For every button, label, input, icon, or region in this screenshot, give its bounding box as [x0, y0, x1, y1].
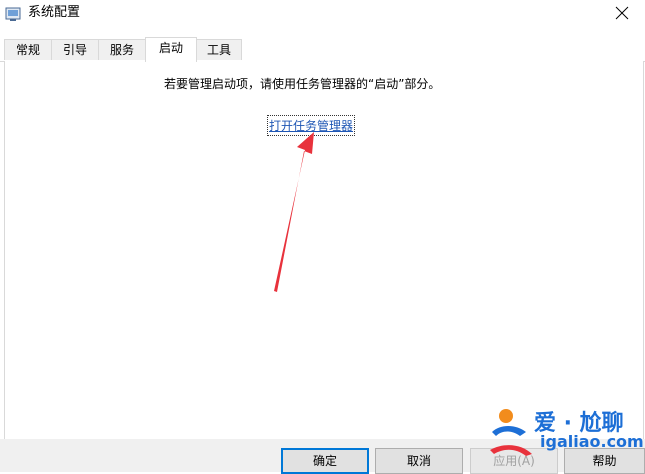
- window-title: 系统配置: [28, 5, 81, 20]
- tab-general[interactable]: 常规: [4, 39, 52, 60]
- title-bar: 系统配置: [0, 0, 645, 30]
- tab-startup[interactable]: 启动: [145, 37, 197, 62]
- msconfig-icon: [5, 6, 21, 22]
- tab-boot[interactable]: 引导: [51, 39, 99, 60]
- close-button[interactable]: [599, 0, 645, 30]
- tab-tools[interactable]: 工具: [196, 39, 242, 60]
- watermark-url: igaliao.com: [540, 432, 644, 451]
- tab-strip: 常规 引导 服务 启动 工具: [0, 37, 645, 62]
- startup-description: 若要管理启动项，请使用任务管理器的“启动”部分。: [164, 77, 441, 91]
- cancel-button[interactable]: 取消: [375, 448, 463, 474]
- close-icon: [615, 6, 629, 20]
- tab-services[interactable]: 服务: [98, 39, 146, 60]
- ok-button[interactable]: 确定: [281, 448, 369, 474]
- open-task-manager-link[interactable]: 打开任务管理器: [266, 115, 356, 136]
